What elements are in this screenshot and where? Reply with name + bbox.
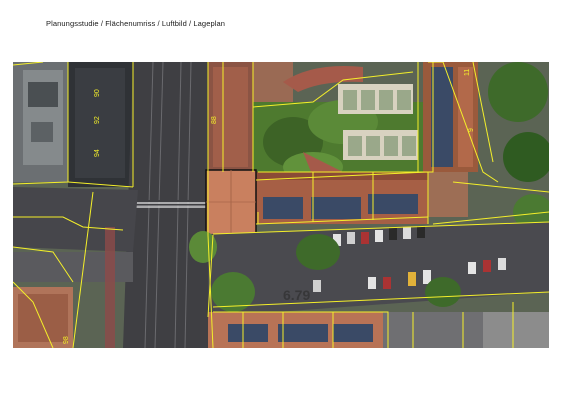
page-title: Planungsstudie / Flächenumriss / Luftbil… <box>46 19 226 28</box>
parcel-number-88: 88 <box>211 116 218 124</box>
street-trees <box>296 234 340 270</box>
parcel-number-92: 92 <box>94 116 101 124</box>
ghost-label: 6.79 <box>283 287 310 303</box>
parcel-number-90: 90 <box>94 89 101 97</box>
parcel-number-11: 11 <box>464 69 471 76</box>
parcel-number-9: 9 <box>468 128 475 132</box>
trees-right <box>488 62 548 122</box>
parcel-number-98: 98 <box>63 336 70 344</box>
parcel-number-94: 94 <box>94 149 101 157</box>
side-street-left <box>13 187 138 252</box>
aerial-map[interactable]: 6.79 90 92 94 88 11 9 98 <box>13 62 549 348</box>
map-canvas: 6.79 90 92 94 88 11 9 98 <box>13 62 549 348</box>
solar-panels-right <box>431 67 453 167</box>
